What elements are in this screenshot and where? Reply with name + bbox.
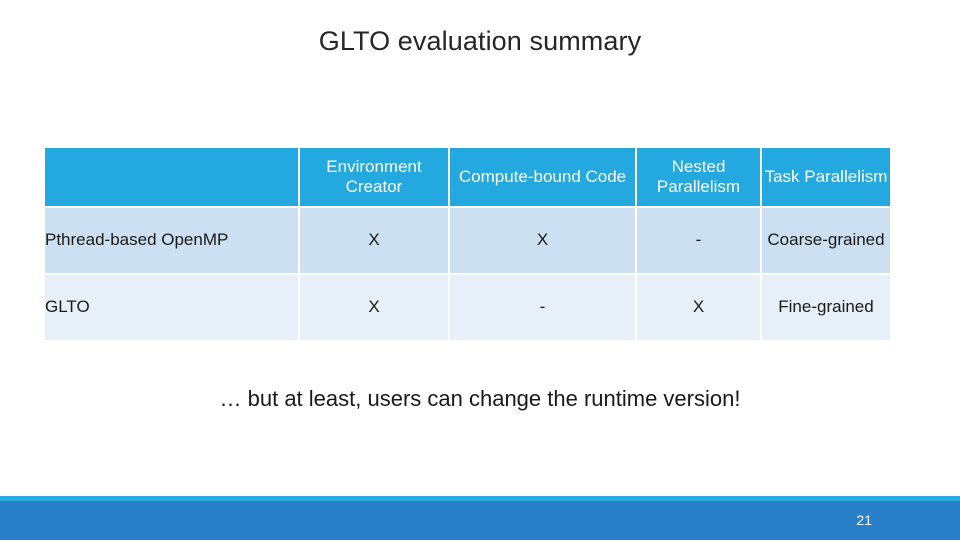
cell-glto-nested-parallelism: X — [637, 275, 762, 342]
evaluation-table-container: Environment Creator Compute-bound Code N… — [45, 148, 890, 342]
cell-pthread-compute-bound-code: X — [450, 208, 637, 275]
table-row: Pthread-based OpenMP X X - Coarse-graine… — [45, 208, 890, 275]
column-header-nested-parallelism: Nested Parallelism — [637, 148, 762, 208]
slide-canvas: GLTO evaluation summary Environment Crea… — [0, 0, 960, 540]
evaluation-table: Environment Creator Compute-bound Code N… — [45, 148, 890, 342]
cell-pthread-task-parallelism: Coarse-grained — [762, 208, 890, 275]
row-label-pthread-based-openmp: Pthread-based OpenMP — [45, 208, 300, 275]
page-title: GLTO evaluation summary — [318, 26, 642, 56]
slide-caption: … but at least, users can change the run… — [219, 386, 741, 411]
table-row: GLTO X - X Fine-grained — [45, 275, 890, 342]
table-header-row: Environment Creator Compute-bound Code N… — [45, 148, 890, 208]
slide-number: 21 — [856, 512, 872, 528]
cell-glto-environment-creator: X — [300, 275, 450, 342]
column-header-task-parallelism: Task Parallelism — [762, 148, 890, 208]
cell-glto-compute-bound-code: - — [450, 275, 637, 342]
column-header-environment-creator: Environment Creator — [300, 148, 450, 208]
column-header-empty — [45, 148, 300, 208]
table-body: Pthread-based OpenMP X X - Coarse-graine… — [45, 208, 890, 342]
column-header-compute-bound-code: Compute-bound Code — [450, 148, 637, 208]
cell-pthread-environment-creator: X — [300, 208, 450, 275]
table-header: Environment Creator Compute-bound Code N… — [45, 148, 890, 208]
cell-pthread-nested-parallelism: - — [637, 208, 762, 275]
row-label-glto: GLTO — [45, 275, 300, 342]
cell-glto-task-parallelism: Fine-grained — [762, 275, 890, 342]
